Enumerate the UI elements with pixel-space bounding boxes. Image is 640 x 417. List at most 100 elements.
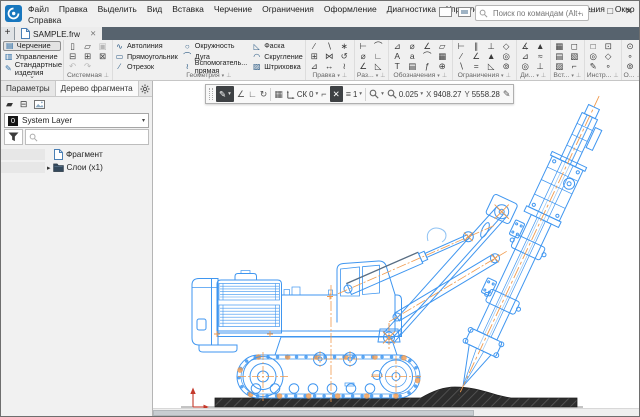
copy-icon[interactable]: ⊞: [308, 51, 321, 61]
zoom-tool-select[interactable]: ▾: [369, 89, 384, 99]
group-dropdown-icon[interactable]: ▾: [376, 73, 379, 79]
radial-dimension-icon[interactable]: ⌒: [372, 41, 385, 51]
image-icon[interactable]: [34, 100, 45, 109]
drawing-canvas[interactable]: ✎ ▾ ∠∟↻ ▦ СК 0 ▾ ⌐ ✕: [153, 81, 639, 416]
grid-icon[interactable]: ▦: [274, 86, 283, 102]
horizontal-scrollbar[interactable]: [153, 408, 639, 416]
ring-icon[interactable]: ⊚: [624, 61, 637, 71]
auto-dimension-icon[interactable]: ∟: [372, 51, 385, 61]
point-style-icon[interactable]: ∘: [624, 51, 637, 61]
group-dropdown-icon[interactable]: ▾: [501, 73, 504, 79]
insert-table-icon[interactable]: ▧: [568, 51, 581, 61]
group-pin-icon[interactable]: ⊥: [541, 72, 546, 79]
check-icon[interactable]: ▲: [534, 41, 547, 51]
filter-button[interactable]: [4, 129, 23, 145]
toolbar-drag-handle[interactable]: [209, 88, 213, 100]
small-text-icon[interactable]: а: [406, 51, 419, 61]
picker-pen-icon[interactable]: ✎: [503, 86, 511, 102]
group-pin-icon[interactable]: ⊥: [442, 72, 447, 79]
split-icon[interactable]: ∖: [323, 41, 336, 51]
menu-item[interactable]: Вид: [147, 4, 162, 14]
cell-icon[interactable]: ⊡: [602, 41, 615, 51]
draw-mode-icon[interactable]: ▰: [6, 99, 13, 110]
parallel-icon[interactable]: ∥: [470, 41, 483, 51]
tangent-icon[interactable]: ◇: [500, 41, 513, 51]
group-dropdown-icon[interactable]: ▾: [571, 73, 574, 79]
chevron-down-icon[interactable]: ▾: [142, 117, 145, 124]
view-select[interactable]: ≡ 1 ▾: [346, 86, 362, 102]
hatch-region-icon[interactable]: ▦: [436, 51, 449, 61]
mirror-icon[interactable]: ⋈: [323, 51, 336, 61]
erase-icon[interactable]: ∗: [338, 41, 351, 51]
group-pin-icon[interactable]: ⊥: [104, 72, 109, 79]
measure-distance-icon[interactable]: ∡: [519, 41, 532, 51]
orientation-icon[interactable]: ⊙: [624, 41, 637, 51]
zoom-scale-select[interactable]: 0.025 ▾: [387, 89, 423, 99]
style-pen-button[interactable]: ✎ ▾: [216, 86, 234, 102]
group-dropdown-icon[interactable]: ▾: [437, 73, 440, 79]
table-icon[interactable]: Τ: [391, 61, 404, 71]
minimize-button[interactable]: –: [590, 5, 595, 19]
scale-icon[interactable]: ⊿: [308, 61, 321, 71]
roughness-icon[interactable]: ⊿: [391, 41, 404, 51]
concentric-icon[interactable]: ◎: [500, 51, 513, 61]
angular-dimension-icon[interactable]: ∠: [357, 61, 370, 71]
equal-icon[interactable]: =: [470, 61, 483, 71]
print-icon[interactable]: ⊟: [66, 51, 79, 61]
symmetric-icon[interactable]: ◺: [485, 61, 498, 71]
hatch-button[interactable]: ▨ Штриховка: [252, 62, 302, 71]
segment-button[interactable]: ∕ Отрезок: [115, 62, 178, 71]
fix-icon[interactable]: ▲: [485, 51, 498, 61]
menu-item[interactable]: Правка: [59, 4, 88, 14]
group-pin-icon[interactable]: ⊥: [637, 72, 640, 79]
menu-item[interactable]: Ограничения: [262, 4, 314, 14]
diameter-dimension-icon[interactable]: ⌀: [357, 51, 370, 61]
expand-arrow-icon[interactable]: ▸: [47, 164, 51, 172]
horizontal-icon[interactable]: ∕: [455, 51, 468, 61]
angle-mark-icon[interactable]: ∠: [421, 41, 434, 51]
circle-button[interactable]: ○ Окружность: [183, 42, 247, 51]
open-document-icon[interactable]: ▱: [81, 41, 94, 51]
layer-selector[interactable]: 0 System Layer ▾: [4, 113, 149, 128]
group-pin-icon[interactable]: ⊥: [226, 72, 231, 79]
coordinate-system-select[interactable]: СК 0 ▾: [286, 90, 318, 99]
rotate-icon[interactable]: ↺: [338, 51, 351, 61]
command-search-input[interactable]: [491, 8, 585, 19]
export-icon[interactable]: ⊠: [96, 51, 109, 61]
menu-item[interactable]: Вставка: [172, 4, 204, 14]
menu-item[interactable]: Оформление: [324, 4, 377, 14]
ribbon-collapse-icon[interactable]: ⌄: [1, 74, 63, 80]
group-pin-icon[interactable]: ⊥: [380, 72, 385, 79]
move-icon[interactable]: ↔: [323, 61, 336, 71]
leader-icon[interactable]: ▱: [436, 41, 449, 51]
redo-icon[interactable]: ↷: [81, 61, 94, 71]
coincident-icon[interactable]: ⊢: [455, 41, 468, 51]
sketch-icon[interactable]: ✎: [587, 61, 600, 71]
save-icon[interactable]: ▣: [96, 41, 109, 51]
tree-row-layers[interactable]: ▸ Слои (x1): [1, 161, 152, 174]
print-preview-icon[interactable]: ⊞: [81, 51, 94, 61]
menu-item[interactable]: Черчение: [214, 4, 252, 14]
rotate-snap-icon[interactable]: ↻: [260, 86, 268, 102]
target-icon[interactable]: ◎: [587, 51, 600, 61]
ortho-snap-icon[interactable]: ∟: [248, 86, 257, 102]
deform-icon[interactable]: ≀: [338, 61, 351, 71]
ribbon-tab-drawing[interactable]: ▤ Черчение: [3, 41, 61, 51]
selection-icon[interactable]: □: [587, 41, 600, 51]
new-document-icon[interactable]: ▯: [66, 41, 79, 51]
close-tab-icon[interactable]: ✕: [90, 29, 96, 38]
group-dropdown-icon[interactable]: ▾: [536, 73, 539, 79]
perpendicular-icon[interactable]: ⊥: [485, 41, 498, 51]
undo-icon[interactable]: ↶: [66, 61, 79, 71]
menu-item-help[interactable]: Справка: [28, 15, 61, 25]
region-icon[interactable]: ◇: [602, 51, 615, 61]
layout-windows-icon[interactable]: [439, 7, 452, 17]
panel-settings-button[interactable]: [139, 81, 152, 96]
linear-dimension-icon[interactable]: ⊢: [357, 41, 370, 51]
arc-mark-icon[interactable]: ⌒: [421, 51, 434, 61]
insert-picture-icon[interactable]: ▨: [553, 61, 566, 71]
insert-view-icon[interactable]: ▤: [553, 51, 566, 61]
new-tab-button[interactable]: +: [1, 27, 15, 40]
text-icon[interactable]: А: [391, 51, 404, 61]
scrollbar-thumb[interactable]: [153, 410, 474, 416]
